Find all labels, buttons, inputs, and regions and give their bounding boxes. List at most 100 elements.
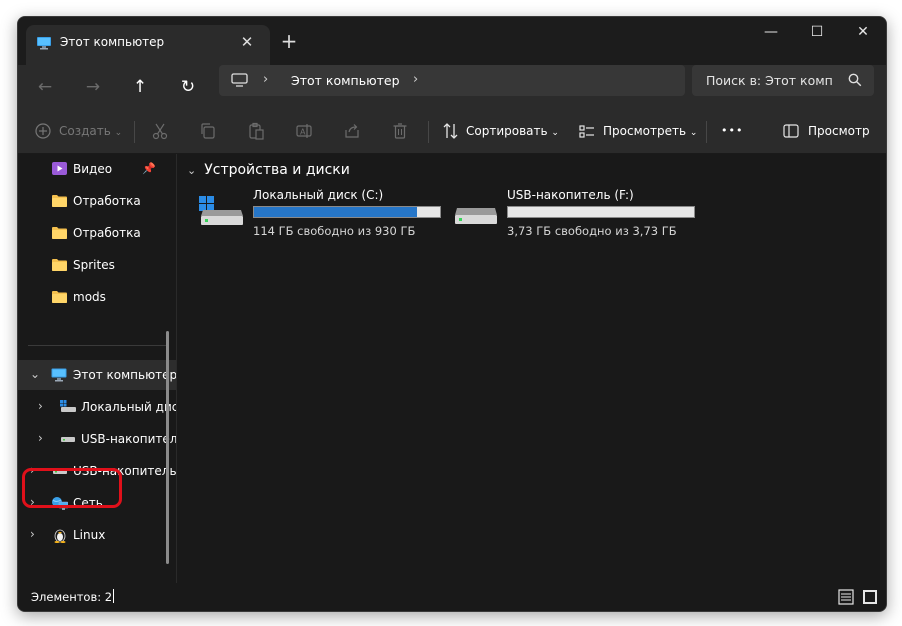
- paste-icon[interactable]: [247, 122, 265, 140]
- drive-tile-f[interactable]: USB-накопитель (F:) 3,73 ГБ свободно из …: [453, 188, 703, 244]
- chevron-down-icon[interactable]: ⌄: [187, 164, 196, 177]
- preview-button[interactable]: Просмотр: [808, 109, 870, 153]
- local-disk-icon: [60, 400, 76, 412]
- sort-label: Сортировать: [466, 124, 548, 138]
- sort-icon: [443, 123, 458, 139]
- close-window-button[interactable]: ✕: [840, 17, 886, 49]
- search-icon: [848, 73, 862, 87]
- rename-icon[interactable]: A: [295, 122, 313, 140]
- sidebar-item-usb-child[interactable]: › USB-накопитель (F:): [18, 424, 176, 454]
- chevron-right-icon[interactable]: ›: [38, 399, 43, 413]
- title-bar: Этот компьютер ✕ + — ☐ ✕: [18, 17, 886, 65]
- drive-tile-c[interactable]: Локальный диск (C:) 114 ГБ свободно из 9…: [199, 188, 449, 244]
- drive-usage-bar: [507, 206, 695, 218]
- network-highlight-frame: [22, 468, 122, 508]
- status-bar: Элементов: 2: [18, 583, 886, 611]
- cut-icon[interactable]: [151, 122, 169, 140]
- monitor-icon: [231, 73, 248, 87]
- up-button[interactable]: ↑: [125, 72, 155, 102]
- sidebar-item-folder[interactable]: Sprites: [18, 250, 176, 280]
- sidebar-item-label: Отработка: [73, 194, 141, 208]
- maximize-button[interactable]: ☐: [794, 17, 840, 49]
- drive-name: USB-накопитель (F:): [507, 188, 634, 202]
- sidebar-item-label: Этот компьютер: [73, 368, 176, 382]
- copy-icon[interactable]: [199, 122, 217, 140]
- drive-usage-bar: [253, 206, 441, 218]
- chevron-right-icon[interactable]: ›: [30, 527, 35, 541]
- folder-icon: [52, 195, 67, 207]
- plus-circle-icon: [35, 123, 51, 139]
- drive-usage-fill: [254, 207, 418, 217]
- preview-pane-icon: [783, 124, 799, 138]
- sidebar-item-label: Локальный диск (C:): [81, 400, 176, 414]
- sidebar-item-folder[interactable]: Отработка: [18, 218, 176, 248]
- content-area: ⌄ Устройства и диски Локальный диск (C:) …: [177, 154, 886, 583]
- explorer-window: Этот компьютер ✕ + — ☐ ✕ ← → ↑ ↻ › Этот …: [17, 16, 887, 612]
- monitor-icon: [37, 37, 51, 50]
- tab-label: Этот компьютер: [60, 35, 165, 49]
- delete-icon[interactable]: [391, 122, 409, 140]
- chevron-down-icon[interactable]: ⌄: [30, 367, 40, 381]
- folder-icon: [52, 259, 67, 271]
- toolbar-divider: [134, 121, 135, 143]
- toolbar-divider: [706, 121, 707, 143]
- tab-this-pc[interactable]: Этот компьютер ✕: [26, 25, 270, 65]
- drive-name: Локальный диск (C:): [253, 188, 384, 202]
- video-folder-icon: [52, 162, 67, 175]
- address-bar[interactable]: › Этот компьютер ›: [219, 65, 685, 96]
- sidebar-item-folder[interactable]: mods: [18, 282, 176, 312]
- pin-icon[interactable]: 📌: [142, 162, 156, 175]
- search-box[interactable]: Поиск в: Этот комп: [692, 65, 874, 96]
- search-input[interactable]: Поиск в: Этот комп: [706, 73, 833, 88]
- drive-free-space: 3,73 ГБ свободно из 3,73 ГБ: [507, 224, 677, 238]
- navigation-bar: ← → ↑ ↻ › Этот компьютер › Поиск в: Этот…: [18, 65, 886, 109]
- items-count: Элементов: 2: [31, 590, 113, 604]
- command-bar: Создать ⌄ A Сортировать ⌄ Просмотреть ⌄ …: [18, 109, 886, 154]
- group-title: Устройства и диски: [204, 162, 350, 178]
- sort-button[interactable]: Сортировать ⌄: [466, 109, 559, 153]
- minimize-button[interactable]: —: [748, 17, 794, 49]
- back-button[interactable]: ←: [30, 72, 60, 102]
- sidebar-item-label: Видео: [73, 162, 113, 176]
- refresh-button[interactable]: ↻: [173, 72, 203, 102]
- usb-drive-icon: [455, 208, 497, 224]
- svg-text:A: A: [300, 128, 306, 137]
- status-divider: [113, 589, 114, 603]
- forward-button[interactable]: →: [78, 72, 108, 102]
- more-options-button[interactable]: •••: [721, 109, 743, 153]
- chevron-right-icon[interactable]: ›: [38, 431, 43, 445]
- chevron-right-icon[interactable]: ›: [413, 72, 418, 87]
- breadcrumb-this-pc[interactable]: Этот компьютер: [291, 73, 400, 88]
- navigation-pane: Видео 📌 Отработка Отработка Sprites mods…: [18, 154, 176, 583]
- view-label: Просмотреть: [603, 124, 687, 138]
- sidebar-divider: [28, 345, 166, 346]
- sidebar-item-folder[interactable]: Отработка: [18, 186, 176, 216]
- folder-icon: [52, 227, 67, 239]
- monitor-icon: [51, 368, 67, 382]
- sidebar-scrollbar[interactable]: [166, 331, 169, 564]
- toolbar-divider: [428, 121, 429, 143]
- sidebar-item-label: USB-накопитель (F:): [81, 432, 176, 446]
- tab-close-button[interactable]: ✕: [236, 31, 258, 53]
- sidebar-item-linux[interactable]: › Linux: [18, 520, 176, 550]
- view-button[interactable]: Просмотреть ⌄: [603, 109, 697, 153]
- linux-penguin-icon: [54, 529, 66, 543]
- sidebar-item-label: Отработка: [73, 226, 141, 240]
- folder-icon: [52, 291, 67, 303]
- share-icon[interactable]: [343, 122, 361, 140]
- tiles-view-icon[interactable]: [862, 589, 878, 605]
- sidebar-item-local-disk[interactable]: › Локальный диск (C:): [18, 392, 176, 422]
- new-tab-button[interactable]: +: [276, 29, 302, 55]
- sidebar-item-label: mods: [73, 290, 106, 304]
- view-list-icon: [579, 125, 594, 138]
- drive-free-space: 114 ГБ свободно из 930 ГБ: [253, 224, 416, 238]
- usb-drive-icon: [61, 437, 75, 442]
- create-label: Создать: [59, 124, 111, 138]
- group-header-devices[interactable]: ⌄ Устройства и диски: [187, 162, 350, 178]
- sidebar-item-label: Linux: [73, 528, 106, 542]
- local-disk-icon: [199, 196, 243, 225]
- sidebar-item-this-pc[interactable]: ⌄ Этот компьютер: [18, 360, 176, 390]
- create-button[interactable]: Создать ⌄: [59, 109, 122, 153]
- details-view-icon[interactable]: [838, 589, 854, 605]
- sidebar-item-video[interactable]: Видео 📌: [18, 154, 176, 184]
